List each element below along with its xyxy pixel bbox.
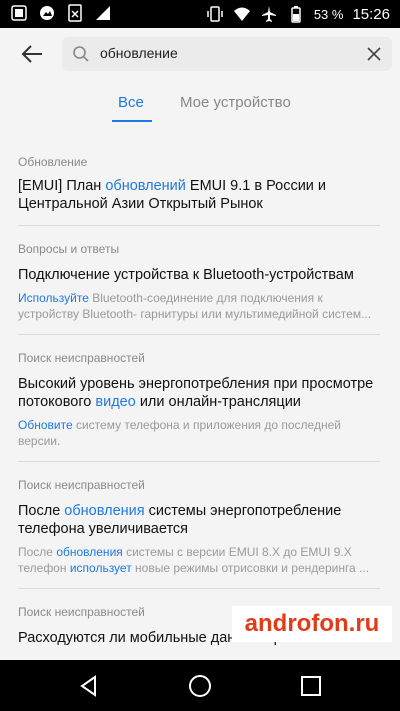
result-title: [EMUI] План обновлений EMUI 9.1 в России…: [18, 178, 327, 212]
result-title: Подключение устройства к Bluetooth-устро…: [18, 267, 354, 283]
result-item[interactable]: Поиск неисправностей После обновления си…: [18, 462, 380, 589]
results-list: Обновление [EMUI] План обновлений EMUI 9…: [18, 145, 380, 659]
result-snippet: Используйте Bluetooth-соединение для под…: [18, 291, 372, 321]
search-input[interactable]: обновление: [62, 37, 392, 71]
nav-recents-icon[interactable]: [298, 673, 324, 699]
result-snippet: Обновите систему телефона и приложения д…: [18, 418, 341, 448]
result-category: Обновление: [18, 155, 88, 169]
search-icon: [73, 46, 89, 62]
tab-my-device[interactable]: Мое устройство: [180, 94, 291, 111]
back-arrow-icon[interactable]: [18, 40, 46, 68]
tab-all[interactable]: Все: [118, 94, 144, 111]
airplane-icon: [261, 6, 276, 22]
network-off-icon: [96, 6, 110, 20]
wifi-icon: [233, 7, 250, 21]
sim-icon: [68, 4, 82, 22]
navigation-bar: [0, 660, 400, 711]
notification-icon: [11, 5, 27, 21]
result-item[interactable]: Поиск неисправностей Высокий уровень эне…: [18, 335, 380, 462]
close-icon[interactable]: [364, 44, 384, 64]
tab-bar: Все Мое устройство: [0, 80, 400, 124]
search-query[interactable]: обновление: [100, 45, 178, 61]
nav-back-icon[interactable]: [76, 673, 102, 699]
battery-percent: 53 %: [313, 6, 344, 22]
battery-icon: [291, 6, 301, 23]
result-title: Высокий уровень энергопотребления при пр…: [18, 376, 374, 410]
result-category: Поиск неисправностей: [18, 478, 145, 492]
result-item[interactable]: Вопросы и ответы Подключение устройства …: [18, 226, 380, 335]
clock: 15:26: [352, 5, 390, 23]
watermark: androfon.ru: [232, 606, 392, 642]
nav-home-icon[interactable]: [187, 673, 213, 699]
status-bar: 53 % 15:26: [0, 0, 400, 28]
image-icon: [40, 6, 54, 20]
result-title: После обновления системы энергопотреблен…: [18, 503, 342, 537]
vibrate-icon: [207, 6, 223, 22]
result-item[interactable]: Обновление [EMUI] План обновлений EMUI 9…: [18, 145, 380, 226]
active-tab-indicator: [112, 120, 152, 122]
result-category: Вопросы и ответы: [18, 242, 120, 256]
result-category: Поиск неисправностей: [18, 351, 145, 365]
result-snippet: После обновления системы с версии EMUI 8…: [18, 545, 370, 575]
search-header: обновление: [0, 28, 400, 80]
